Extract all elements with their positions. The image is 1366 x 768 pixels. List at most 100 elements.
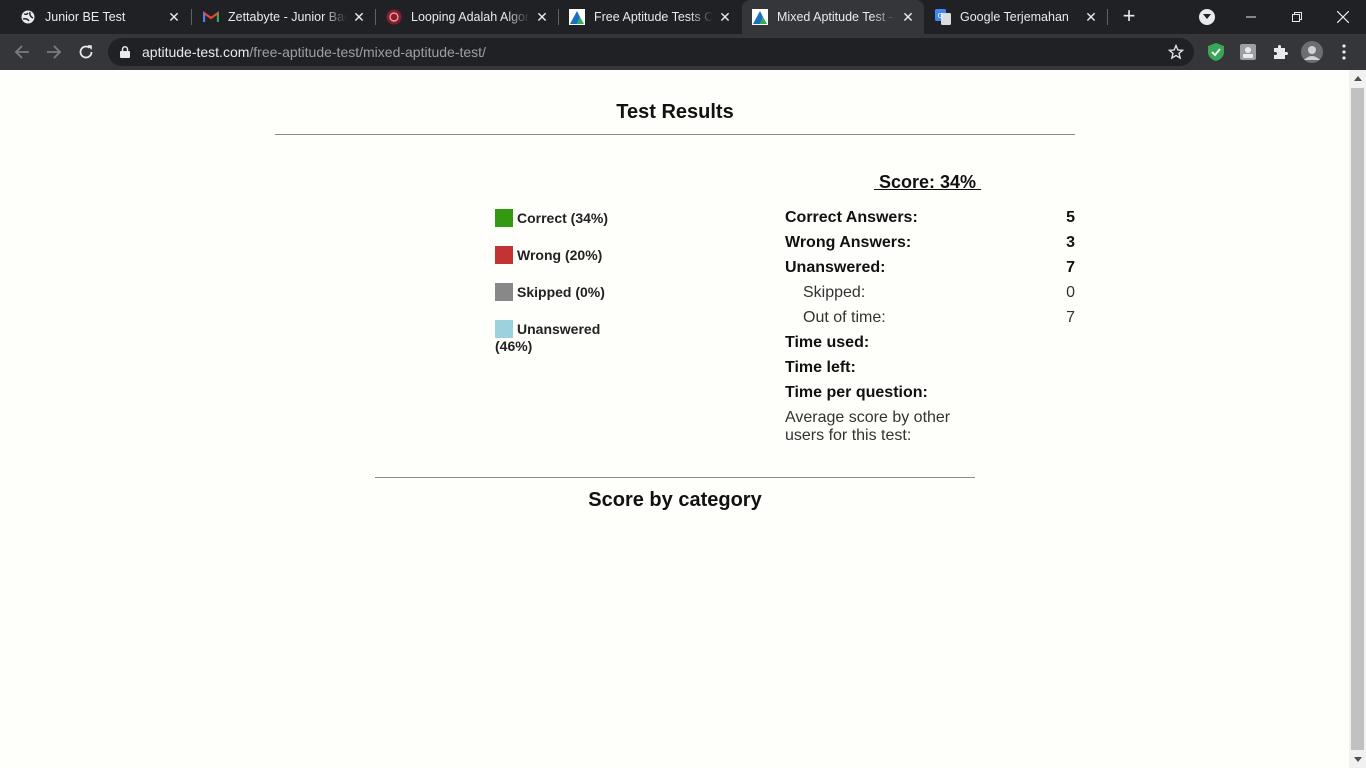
new-tab-button[interactable]: + [1117, 5, 1141, 29]
tab-search-button[interactable] [1199, 9, 1215, 25]
stat-value: 5 [1066, 209, 1075, 226]
restore-button[interactable] [1274, 0, 1320, 34]
reload-button[interactable] [74, 40, 98, 64]
minimize-button[interactable] [1228, 0, 1274, 34]
legend-wrong: Wrong (20%) [495, 246, 602, 264]
url-host: aptitude-test.com [142, 44, 250, 60]
extensions-menu-button[interactable] [1270, 42, 1290, 62]
tab-title: Mixed Aptitude Test - Free [777, 10, 896, 24]
stat-value: 0 [1066, 284, 1075, 301]
legend-swatch-wrong [495, 246, 513, 264]
back-button[interactable] [10, 40, 34, 64]
legend-label: Correct (34%) [517, 210, 609, 226]
stat-out-of-time: Out of time: 7 [785, 309, 1075, 327]
stat-skipped: Skipped: 0 [785, 284, 1075, 302]
tab-google-translate[interactable]: G Google Terjemahan ✕ [925, 0, 1107, 34]
arrow-left-icon [14, 45, 29, 59]
close-window-button[interactable] [1320, 0, 1366, 34]
page-scrollbar[interactable] [1349, 70, 1366, 768]
stat-value: 7 [1066, 309, 1075, 326]
legend-swatch-unanswered [495, 320, 513, 338]
close-icon[interactable]: ✕ [351, 9, 367, 25]
tab-title: Junior BE Test [45, 10, 126, 24]
scroll-down-icon [1353, 757, 1362, 762]
legend-skipped: Skipped (0%) [495, 283, 605, 301]
shield-icon [1208, 43, 1224, 61]
stat-time-left: Time left: [785, 359, 1075, 377]
url-path: /free-aptitude-test/mixed-aptitude-test/ [249, 44, 486, 60]
tab-looping[interactable]: Looping Adalah Algoritma ✕ [376, 0, 558, 34]
browser-menu-button[interactable] [1334, 42, 1354, 62]
stat-value: 7 [1066, 259, 1075, 276]
close-icon[interactable]: ✕ [717, 9, 733, 25]
score-heading: Score: 34% [874, 172, 982, 192]
lock-icon [120, 46, 130, 58]
chevron-down-icon [1203, 14, 1211, 19]
stat-label: Time left: [785, 359, 856, 376]
star-icon[interactable] [1168, 44, 1184, 60]
close-icon[interactable]: ✕ [900, 9, 916, 25]
divider [375, 477, 975, 478]
stat-time-used: Time used: [785, 334, 1075, 352]
avatar-icon [1301, 41, 1323, 63]
page-content: Test Results Correct (34%) Wrong (20%) S… [0, 70, 1349, 768]
legend-label: Wrong (20%) [517, 247, 603, 263]
stat-label: Correct Answers: [785, 209, 918, 226]
stat-correct: Correct Answers: 5 [785, 209, 1075, 227]
legend-swatch-skipped [495, 283, 513, 301]
tab-title: Zettabyte - Junior Backend [228, 10, 347, 24]
stat-unanswered: Unanswered: 7 [785, 259, 1075, 277]
scroll-down-button[interactable] [1349, 751, 1366, 768]
tab-strip: Junior BE Test ✕ Zettabyte - Junior Back… [0, 0, 1366, 34]
stat-label: Time used: [785, 334, 870, 351]
minimize-icon [1246, 16, 1256, 18]
stat-average-score: Average score by other users for this te… [785, 409, 951, 444]
restore-icon [1292, 12, 1302, 22]
more-vert-icon [1342, 44, 1346, 60]
forward-button[interactable] [42, 40, 66, 64]
tab-title: Free Aptitude Tests Online [594, 10, 713, 24]
puzzle-icon [1274, 45, 1288, 59]
stat-label: Time per question: [785, 384, 928, 401]
close-icon[interactable]: ✕ [166, 9, 182, 25]
legend-correct: Correct (34%) [495, 209, 608, 227]
tab-junior-be-test[interactable]: Junior BE Test ✕ [0, 0, 190, 34]
extension-button[interactable] [1238, 42, 1258, 62]
tab-zettabyte[interactable]: Zettabyte - Junior Backend ✕ [193, 0, 375, 34]
close-icon[interactable]: ✕ [1083, 9, 1099, 25]
extension-app-icon [1240, 44, 1256, 60]
page-title: Test Results [616, 101, 734, 123]
scroll-thumb[interactable] [1351, 88, 1364, 750]
shield-extension-button[interactable] [1206, 42, 1226, 62]
aptitude-icon [569, 9, 585, 25]
legend-label: Skipped (0%) [517, 284, 605, 300]
tab-title: Looping Adalah Algoritma [411, 10, 530, 24]
gmail-icon [203, 9, 219, 25]
tab-mixed-aptitude[interactable]: Mixed Aptitude Test - Free ✕ [742, 0, 924, 34]
stat-label: Unanswered: [785, 259, 886, 276]
stat-time-per-question: Time per question: [785, 384, 1075, 402]
globe-icon [20, 9, 36, 25]
stat-label: Out of time: [803, 309, 886, 326]
profile-avatar[interactable] [1300, 40, 1324, 64]
translate-icon: G [935, 9, 951, 25]
divider [275, 134, 1075, 135]
site-icon [386, 9, 402, 25]
close-icon[interactable]: ✕ [534, 9, 550, 25]
svg-text:G: G [938, 12, 943, 20]
browser-toolbar: aptitude-test.com/free-aptitude-test/mix… [0, 34, 1366, 70]
arrow-right-icon [47, 45, 62, 59]
legend-swatch-correct [495, 209, 513, 227]
tab-free-aptitude[interactable]: Free Aptitude Tests Online ✕ [559, 0, 741, 34]
address-bar[interactable]: aptitude-test.com/free-aptitude-test/mix… [108, 38, 1194, 66]
reload-icon [79, 45, 93, 59]
stat-wrong: Wrong Answers: 3 [785, 234, 1075, 252]
aptitude-icon [752, 9, 768, 25]
close-icon [1337, 11, 1349, 23]
scroll-up-button[interactable] [1349, 70, 1366, 87]
stat-label: Wrong Answers: [785, 234, 912, 251]
stat-label: Skipped: [803, 284, 866, 301]
legend-unanswered: Unanswered (46%) [495, 320, 625, 354]
tab-title: Google Terjemahan [960, 10, 1069, 24]
scroll-up-icon [1353, 76, 1362, 81]
